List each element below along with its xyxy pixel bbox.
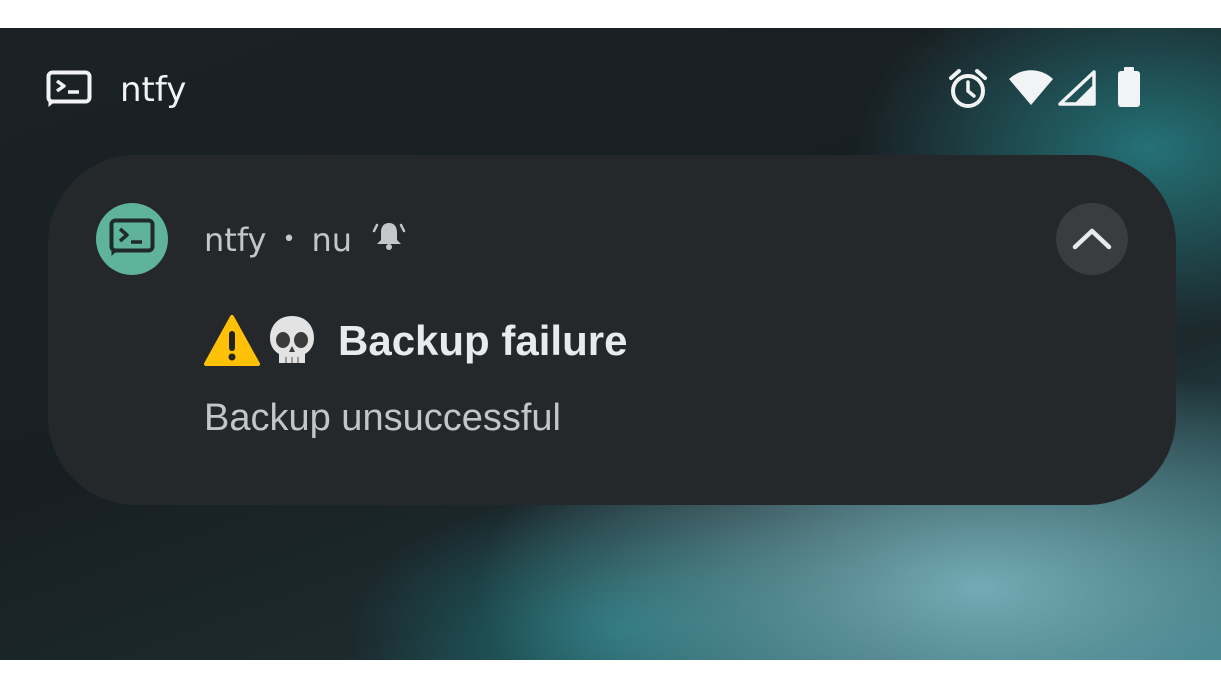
chevron-up-icon (1072, 228, 1112, 250)
notification-body: Backup unsuccessful (204, 397, 561, 439)
status-app-name: ntfy (120, 70, 187, 110)
header-separator: • (282, 227, 296, 252)
status-bar: ntfy (0, 28, 1221, 150)
notification-card[interactable]: ntfy • nu Backup failure Backup unsucces… (48, 155, 1176, 505)
alarm-icon (948, 68, 988, 114)
terminal-icon (46, 70, 92, 108)
notification-header: ntfy • nu (204, 219, 406, 261)
wifi-icon (1008, 68, 1054, 110)
warning-emoji (204, 313, 260, 369)
notification-title-row: Backup failure (204, 311, 627, 371)
notification-app-name: ntfy (204, 221, 267, 259)
signal-icon (1058, 70, 1096, 110)
terminal-icon (109, 218, 155, 256)
battery-icon (1116, 66, 1142, 112)
bell-ringing-icon (372, 219, 406, 261)
phone-screen: ntfy ntfy • nu Backup failure Backup uns… (0, 28, 1221, 660)
notification-topic: nu (311, 221, 353, 259)
collapse-button[interactable] (1056, 203, 1128, 275)
notification-title: Backup failure (338, 317, 628, 364)
app-avatar (96, 203, 168, 275)
skull-emoji (264, 313, 320, 369)
